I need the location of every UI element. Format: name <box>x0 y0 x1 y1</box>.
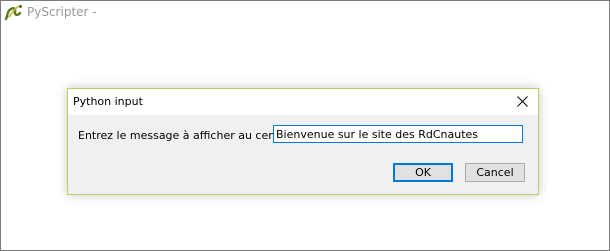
dialog-title: Python input <box>73 95 143 108</box>
main-window-title: PyScripter - <box>27 5 97 19</box>
cancel-button[interactable]: Cancel <box>465 163 525 182</box>
message-input[interactable] <box>273 125 523 143</box>
prompt-label: Entrez le message à afficher au centre: <box>78 129 295 142</box>
close-icon <box>517 96 528 107</box>
main-titlebar[interactable]: PyScripter - <box>1 1 609 25</box>
pyscripter-snake-icon <box>4 3 24 21</box>
ok-button[interactable]: OK <box>393 163 453 182</box>
close-button[interactable] <box>508 89 538 115</box>
dialog-body: Entrez le message à afficher au centre: … <box>68 115 538 194</box>
dialog-titlebar[interactable]: Python input <box>68 89 538 115</box>
python-input-dialog: Python input Entrez le message à affiche… <box>67 88 539 195</box>
